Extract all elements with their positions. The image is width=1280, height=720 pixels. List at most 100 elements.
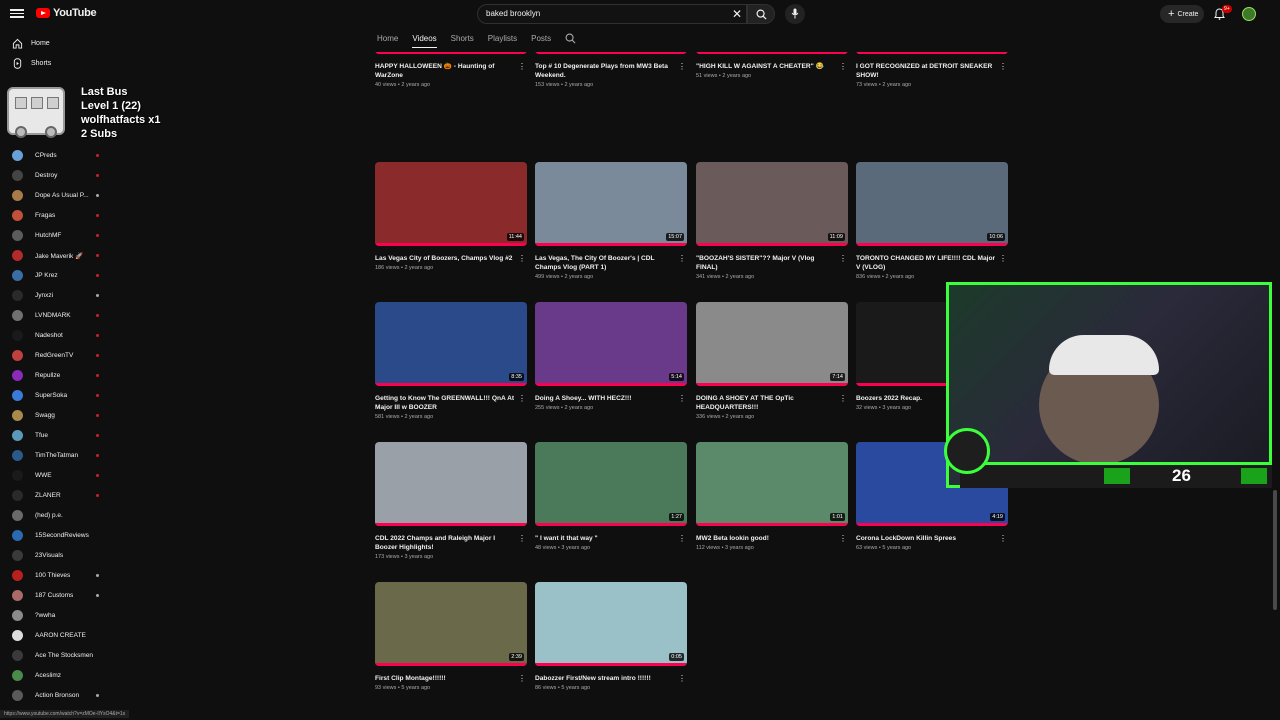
tab-playlists[interactable]: Playlists bbox=[488, 34, 517, 48]
video-title[interactable]: Las Vegas, The City Of Boozer's | CDL Ch… bbox=[535, 254, 675, 272]
more-options-icon[interactable]: ⋮ bbox=[678, 674, 686, 683]
more-options-icon[interactable]: ⋮ bbox=[839, 254, 847, 263]
video-card[interactable]: 1:01 MW2 Beta lookin good! 112 views • 3 y… bbox=[696, 442, 848, 551]
video-thumbnail[interactable] bbox=[375, 442, 527, 526]
more-options-icon[interactable]: ⋮ bbox=[518, 254, 526, 263]
video-thumbnail[interactable]: 1:27 bbox=[535, 442, 687, 526]
video-card[interactable]: 2:39 First Clip Montage!!!!!! 93 views • 5… bbox=[375, 582, 527, 691]
tab-posts[interactable]: Posts bbox=[531, 34, 551, 48]
more-options-icon[interactable]: ⋮ bbox=[999, 534, 1007, 543]
more-options-icon[interactable]: ⋮ bbox=[839, 394, 847, 403]
video-thumbnail[interactable]: 5:14 bbox=[535, 302, 687, 386]
more-options-icon[interactable]: ⋮ bbox=[518, 674, 526, 683]
voice-search-button[interactable] bbox=[785, 4, 805, 24]
more-options-icon[interactable]: ⋮ bbox=[678, 394, 686, 403]
sidebar-subscription-item[interactable]: 15SecondReviews bbox=[12, 530, 112, 541]
video-title[interactable]: Getting to Know The GREENWALL!!! QnA At … bbox=[375, 394, 515, 412]
sidebar-subscription-item[interactable]: Action Bronson bbox=[12, 690, 112, 701]
video-thumbnail[interactable]: 0:05 bbox=[535, 582, 687, 666]
sidebar-subscription-item[interactable]: LVNDMARK bbox=[12, 310, 112, 321]
sidebar-subscription-item[interactable]: Jynxzi bbox=[12, 290, 112, 301]
sidebar-subscription-item[interactable]: ?wwha bbox=[12, 610, 112, 621]
video-title[interactable]: TORONTO CHANGED MY LIFE!!!! CDL Major V … bbox=[856, 254, 996, 272]
video-card[interactable]: 8:35 Getting to Know The GREENWALL!!! QnA… bbox=[375, 302, 527, 420]
video-title[interactable]: " I want it that way " bbox=[535, 534, 675, 543]
video-title[interactable]: Top # 10 Degenerate Plays from MW3 Beta … bbox=[535, 62, 675, 80]
video-thumbnail[interactable]: 15:07 bbox=[535, 162, 687, 246]
sidebar-subscription-item[interactable]: 100 Thieves bbox=[12, 570, 112, 581]
more-options-icon[interactable]: ⋮ bbox=[678, 62, 686, 71]
video-title[interactable]: Doing A Shoey... WITH HECZ!!! bbox=[535, 394, 675, 403]
more-options-icon[interactable]: ⋮ bbox=[999, 254, 1007, 263]
video-card[interactable]: 1:27 " I want it that way " 48 views • 3 y… bbox=[535, 442, 687, 551]
sidebar-subscription-item[interactable]: CPreds bbox=[12, 150, 112, 161]
tab-shorts[interactable]: Shorts bbox=[451, 34, 474, 48]
sidebar-subscription-item[interactable]: 23Visuals bbox=[12, 550, 112, 561]
video-title[interactable]: DOING A SHOEY AT THE OpTic HEADQUARTERS!… bbox=[696, 394, 836, 412]
sidebar-subscription-item[interactable]: WWE bbox=[12, 470, 112, 481]
sidebar-subscription-item[interactable]: ZLANER bbox=[12, 490, 112, 501]
more-options-icon[interactable]: ⋮ bbox=[839, 62, 847, 71]
more-options-icon[interactable]: ⋮ bbox=[839, 534, 847, 543]
video-card[interactable]: 10:06 TORONTO CHANGED MY LIFE!!!! CDL Maj… bbox=[856, 162, 1008, 280]
video-card[interactable]: 0:05 Dabozzer First/New stream intro !!!!… bbox=[535, 582, 687, 691]
scrollbar[interactable] bbox=[1273, 490, 1277, 610]
sidebar-subscription-item[interactable]: SuperSoka bbox=[12, 390, 112, 401]
video-title[interactable]: "HIGH KILL W AGAINST A CHEATER" 😂 bbox=[696, 62, 836, 71]
more-options-icon[interactable]: ⋮ bbox=[518, 62, 526, 71]
video-card[interactable]: 7:14 DOING A SHOEY AT THE OpTic HEADQUART… bbox=[696, 302, 848, 420]
more-options-icon[interactable]: ⋮ bbox=[999, 62, 1007, 71]
video-thumbnail[interactable]: 2:39 bbox=[375, 582, 527, 666]
video-thumbnail[interactable]: 11:44 bbox=[375, 162, 527, 246]
video-thumbnail[interactable]: 1:01 bbox=[696, 442, 848, 526]
sidebar-subscription-item[interactable]: Aceslimz bbox=[12, 670, 112, 681]
search-input[interactable]: baked brooklyn ✕ bbox=[477, 4, 747, 24]
tab-home[interactable]: Home bbox=[377, 34, 398, 48]
sidebar-subscription-item[interactable]: JP Krez bbox=[12, 270, 112, 281]
sidebar-subscription-item[interactable]: (hed) p.e. bbox=[12, 510, 112, 521]
sidebar-subscription-item[interactable]: RedGreenTV bbox=[12, 350, 112, 361]
sidebar-subscription-item[interactable]: Ace The Stocksmen bbox=[12, 650, 112, 661]
video-card[interactable]: 15:07 Las Vegas, The City Of Boozer's | C… bbox=[535, 162, 687, 280]
video-thumbnail[interactable]: 10:06 bbox=[856, 162, 1008, 246]
video-card[interactable]: 11:44 Las Vegas City of Boozers, Champs V… bbox=[375, 162, 527, 271]
sidebar-item-home[interactable]: Home bbox=[12, 38, 50, 49]
video-title[interactable]: Corona LockDown Killin Sprees bbox=[856, 534, 996, 543]
more-options-icon[interactable]: ⋮ bbox=[518, 394, 526, 403]
sidebar-subscription-item[interactable]: Repullze bbox=[12, 370, 112, 381]
video-title[interactable]: I GOT RECOGNIZED at DETROIT SNEAKER SHOW… bbox=[856, 62, 996, 80]
video-card[interactable]: 5:14 Doing A Shoey... WITH HECZ!!! 255 vie… bbox=[535, 302, 687, 411]
menu-icon[interactable] bbox=[10, 7, 24, 21]
video-title[interactable]: First Clip Montage!!!!!! bbox=[375, 674, 515, 683]
video-card[interactable]: CDL 2022 Champs and Raleigh Major I Booz… bbox=[375, 442, 527, 560]
video-title[interactable]: MW2 Beta lookin good! bbox=[696, 534, 836, 543]
create-button[interactable]: + Create bbox=[1160, 5, 1204, 23]
video-card[interactable]: 11:09 "BOOZAH'S SISTER"?? Major V (Vlog F… bbox=[696, 162, 848, 280]
sidebar-subscription-item[interactable]: Nadeshot bbox=[12, 330, 112, 341]
sidebar-subscription-item[interactable]: AARON CREATE bbox=[12, 630, 112, 641]
sidebar-subscription-item[interactable]: 187 Customs bbox=[12, 590, 112, 601]
more-options-icon[interactable]: ⋮ bbox=[678, 534, 686, 543]
sidebar-subscription-item[interactable]: Tfue bbox=[12, 430, 112, 441]
more-options-icon[interactable]: ⋮ bbox=[678, 254, 686, 263]
sidebar-subscription-item[interactable]: Dope As Usual P... bbox=[12, 190, 112, 201]
sidebar-subscription-item[interactable]: Fragas bbox=[12, 210, 112, 221]
video-title[interactable]: CDL 2022 Champs and Raleigh Major I Booz… bbox=[375, 534, 515, 552]
video-thumbnail[interactable]: 11:09 bbox=[696, 162, 848, 246]
search-button[interactable] bbox=[747, 4, 775, 24]
search-icon[interactable] bbox=[565, 33, 576, 44]
video-title[interactable]: Las Vegas City of Boozers, Champs Vlog #… bbox=[375, 254, 515, 263]
sidebar-subscription-item[interactable]: HutchMF bbox=[12, 230, 112, 241]
video-title[interactable]: Dabozzer First/New stream intro !!!!!! bbox=[535, 674, 675, 683]
clear-icon[interactable]: ✕ bbox=[732, 7, 742, 21]
tab-videos[interactable]: Videos bbox=[412, 34, 437, 48]
video-title[interactable]: "BOOZAH'S SISTER"?? Major V (Vlog FINAL) bbox=[696, 254, 836, 272]
sidebar-subscription-item[interactable]: Jake Maverik 🚀 bbox=[12, 250, 112, 261]
sidebar-subscription-item[interactable]: TimTheTatman bbox=[12, 450, 112, 461]
video-thumbnail[interactable]: 8:35 bbox=[375, 302, 527, 386]
sidebar-subscription-item[interactable]: Destroy bbox=[12, 170, 112, 181]
video-title[interactable]: HAPPY HALLOWEEN 🎃 - Haunting of WarZone bbox=[375, 62, 515, 80]
more-options-icon[interactable]: ⋮ bbox=[518, 534, 526, 543]
sidebar-item-shorts[interactable]: Shorts bbox=[12, 58, 51, 69]
avatar[interactable] bbox=[1242, 7, 1256, 21]
